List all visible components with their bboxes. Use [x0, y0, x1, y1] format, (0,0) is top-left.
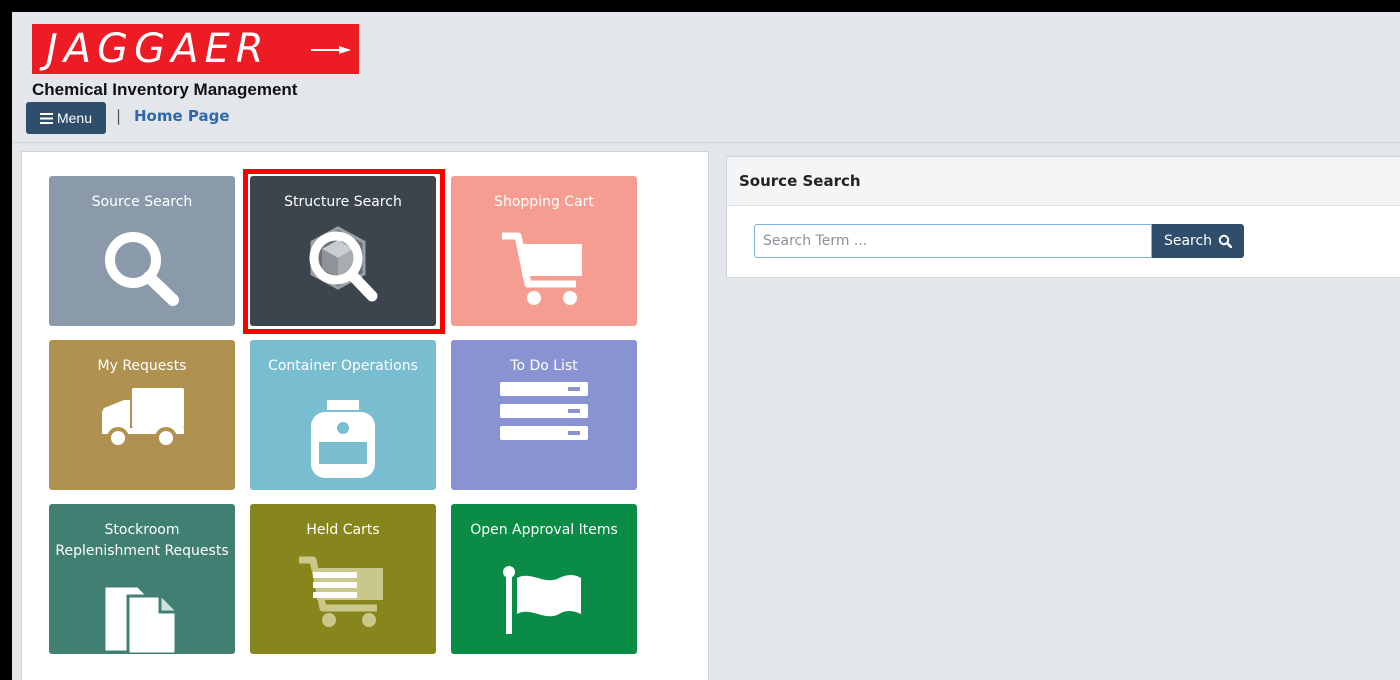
tile-label: Source Search: [91, 194, 193, 210]
container-jar-icon: [311, 400, 375, 478]
search-button-label: Search: [1163, 233, 1213, 249]
app-window: JAGGAER Chemical Inventory Management Me…: [12, 12, 1400, 680]
truck-icon: [102, 388, 184, 449]
held-cart-icon: [299, 556, 383, 627]
page-header: JAGGAER Chemical Inventory Management Me…: [12, 12, 1400, 143]
menu-button[interactable]: Menu: [26, 102, 106, 134]
home-page-link[interactable]: Home Page: [134, 107, 230, 125]
tile-to-do-list[interactable]: To Do List: [451, 340, 637, 490]
logo-arrow-icon: [311, 46, 351, 54]
tile-label: Container Operations: [268, 358, 418, 374]
tile-container-operations[interactable]: Container Operations: [250, 340, 436, 490]
tile-label: Stockroom Replenishment Requests: [55, 522, 229, 559]
flag-icon: [503, 566, 581, 634]
tile-label: Shopping Cart: [494, 194, 594, 210]
logo-text: JAGGAER: [46, 26, 270, 72]
tile-held-carts[interactable]: Held Carts: [250, 504, 436, 654]
jaggaer-logo: JAGGAER: [32, 24, 359, 74]
tile-label: Structure Search: [284, 194, 402, 210]
menu-label: Menu: [56, 110, 93, 126]
shopping-cart-icon: [502, 232, 582, 305]
tile-label: Held Carts: [306, 522, 380, 538]
tile-label: Open Approval Items: [470, 522, 618, 538]
tile-shopping-cart[interactable]: Shopping Cart: [451, 176, 637, 326]
tile-stockroom-replenishment-requests[interactable]: Stockroom Replenishment Requests: [49, 504, 235, 654]
tile-my-requests[interactable]: My Requests: [49, 340, 235, 490]
documents-icon: [102, 584, 178, 654]
nav-separator: |: [116, 107, 122, 125]
search-button[interactable]: Search: [1152, 224, 1244, 258]
tile-structure-search[interactable]: Structure Search: [250, 176, 436, 326]
structure-search-icon: [309, 226, 378, 302]
source-search-panel: Source Search Search: [726, 156, 1400, 278]
search-term-input[interactable]: [754, 224, 1152, 258]
tiles-panel: Source Search Structure Search Shopping …: [21, 151, 709, 680]
tile-source-search[interactable]: Source Search: [49, 176, 235, 326]
search-panel-title: Source Search: [727, 157, 1400, 206]
tile-label: My Requests: [97, 358, 187, 374]
magnifier-icon: [105, 232, 179, 306]
tile-open-approval-items[interactable]: Open Approval Items: [451, 504, 637, 654]
search-icon: [1218, 234, 1233, 248]
app-title: Chemical Inventory Management: [32, 80, 298, 99]
list-icon: [500, 382, 588, 440]
tile-label: To Do List: [510, 358, 578, 374]
hamburger-icon: [39, 112, 53, 124]
